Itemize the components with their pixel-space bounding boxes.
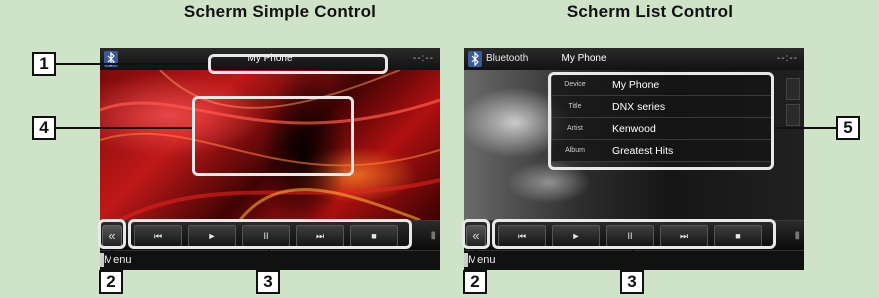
callout-4: 4 — [32, 116, 56, 140]
source-label: Bluetooth — [486, 53, 529, 64]
callout-2: 2 — [99, 270, 123, 294]
callout-1: 1 — [32, 52, 56, 76]
highlight-back-right — [462, 219, 490, 249]
list-control-heading: Scherm List Control — [566, 2, 734, 21]
highlight-title — [208, 54, 388, 74]
menu-button[interactable]: Menu — [104, 254, 132, 266]
clock: --:-- — [776, 53, 798, 64]
leader-line-2a — [111, 249, 113, 271]
highlight-info — [548, 72, 774, 170]
more-icon[interactable]: ▮ — [430, 230, 436, 241]
top-bar: Bluetooth My Phone --:-- — [464, 48, 804, 70]
scroll-down-button[interactable] — [786, 104, 800, 126]
scroll-buttons — [786, 78, 800, 152]
callout-5: 5 — [836, 116, 860, 140]
leader-line-2b — [475, 249, 477, 271]
highlight-back-left — [98, 219, 126, 249]
highlight-controls-left — [128, 219, 412, 249]
callout-3: 3 — [620, 270, 644, 294]
callout-3: 3 — [256, 270, 280, 294]
menu-button[interactable]: Menu — [468, 254, 496, 266]
menu-bar: Menu — [464, 250, 804, 270]
simple-control-heading: Scherm Simple Control — [183, 2, 377, 21]
device-title: My Phone — [561, 53, 607, 64]
leader-line-4 — [56, 127, 192, 129]
leader-line-3b — [632, 249, 634, 271]
leader-line-5 — [774, 127, 836, 129]
leader-line-3a — [268, 249, 270, 271]
highlight-controls-right — [492, 219, 776, 249]
scroll-up-button[interactable] — [786, 78, 800, 100]
clock: --:-- — [412, 53, 434, 64]
bluetooth-icon — [468, 51, 482, 67]
highlight-art — [192, 96, 354, 176]
more-icon[interactable]: ▮ — [794, 230, 800, 241]
callout-2: 2 — [463, 270, 487, 294]
leader-line-1 — [56, 63, 208, 65]
menu-bar: Menu — [100, 250, 440, 270]
